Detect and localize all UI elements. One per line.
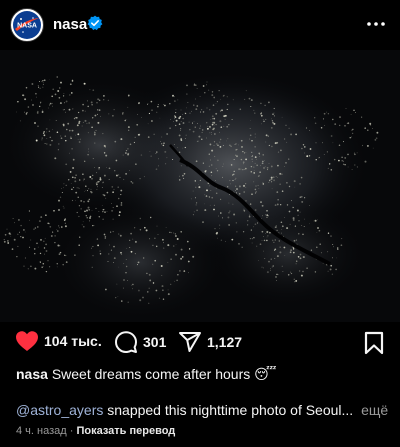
comment-count: 301 xyxy=(143,334,167,350)
post-actions: 104 тыс. 301 1,127 xyxy=(0,324,400,360)
username[interactable]: nasa xyxy=(53,16,87,33)
post-description: @astro_ayers snapped this nighttime phot… xyxy=(16,402,396,418)
timestamp: 4 ч. назад xyxy=(16,425,67,437)
meta-separator: · xyxy=(69,425,74,437)
city-night-image xyxy=(0,50,400,322)
caption-text: Sweet dreams come after hours xyxy=(51,366,251,382)
nasa-logo-icon: NASA xyxy=(13,11,41,39)
post-header: NASA nasa xyxy=(0,0,400,50)
send-icon xyxy=(179,332,201,352)
sleeping-emoji-icon: 😴 xyxy=(254,366,277,382)
comment-icon xyxy=(115,331,137,353)
post-photo[interactable] xyxy=(0,50,400,322)
caption: nasa Sweet dreams come after hours 😴 xyxy=(16,366,277,383)
svg-text:NASA: NASA xyxy=(17,23,37,30)
like-button[interactable]: 104 тыс. xyxy=(15,330,102,352)
mention-link[interactable]: @astro_ayers xyxy=(16,402,103,418)
more-link[interactable]: ещё xyxy=(361,402,388,418)
heart-icon xyxy=(16,331,38,351)
bookmark-icon[interactable] xyxy=(363,331,385,355)
translate-button[interactable]: Показать перевод xyxy=(76,425,175,437)
more-options-icon[interactable] xyxy=(366,14,386,34)
share-button[interactable]: 1,127 xyxy=(178,330,242,354)
share-count: 1,127 xyxy=(207,334,243,350)
comment-button[interactable]: 301 xyxy=(114,330,166,354)
verified-badge-icon xyxy=(87,15,103,31)
like-count: 104 тыс. xyxy=(44,333,102,349)
avatar[interactable]: NASA xyxy=(10,8,44,42)
description-text: snapped this nighttime photo of Seoul... xyxy=(107,402,354,418)
caption-username[interactable]: nasa xyxy=(16,366,48,382)
post-meta: 4 ч. назад · Показать перевод xyxy=(16,425,175,437)
